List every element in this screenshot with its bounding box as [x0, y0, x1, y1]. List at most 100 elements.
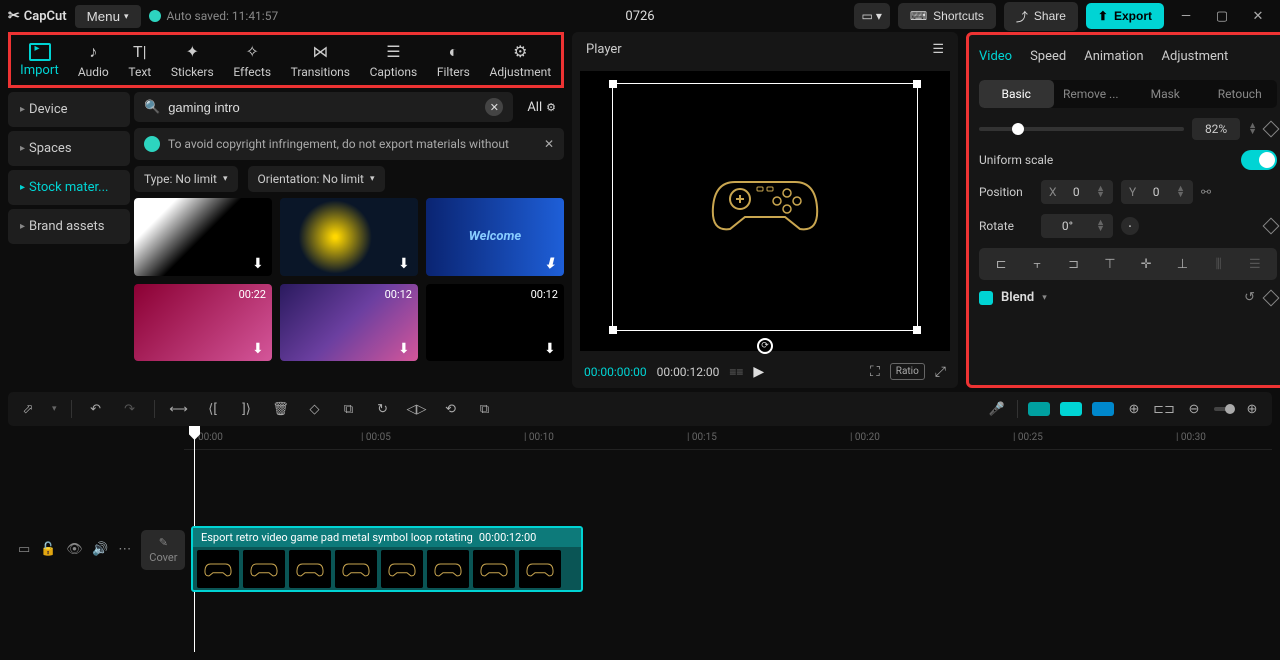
download-icon[interactable]: ⬇: [398, 341, 414, 357]
timeline-marks-icon[interactable]: ≡≡: [729, 365, 743, 379]
tool-tab-transitions[interactable]: ⋈Transitions: [291, 42, 350, 79]
blend-checkbox[interactable]: [979, 291, 993, 305]
mirror-tool[interactable]: ◁▷: [407, 399, 427, 419]
shortcuts-button[interactable]: ⌨ Shortcuts: [898, 3, 996, 29]
search-box[interactable]: 🔍 ✕: [134, 92, 513, 122]
export-button[interactable]: ⬆ Export: [1086, 3, 1164, 29]
keyframe-rotate[interactable]: [1263, 218, 1280, 235]
sidebar-item-device[interactable]: Device: [8, 92, 130, 127]
import-button[interactable]: Import: [11, 35, 68, 85]
play-button[interactable]: ▶: [753, 364, 764, 380]
tool-tab-filters[interactable]: ◐Filters: [437, 42, 470, 79]
position-link-icon[interactable]: ⚯: [1201, 185, 1211, 199]
trim-left-tool[interactable]: ⟨[: [203, 399, 223, 419]
align-left[interactable]: ⊏: [985, 254, 1017, 274]
prop-tab-adjustment[interactable]: Adjustment: [1162, 43, 1229, 70]
type-filter[interactable]: Type: No limit ▾: [134, 166, 238, 192]
player-menu-button[interactable]: ☰: [932, 42, 944, 57]
ratio-button[interactable]: Ratio: [890, 363, 925, 380]
media-thumb-5[interactable]: 00:12⬇: [426, 284, 564, 362]
mic-button[interactable]: 🎤: [987, 399, 1007, 419]
uniform-scale-toggle[interactable]: [1241, 150, 1277, 170]
minimize-button[interactable]: —: [1172, 2, 1200, 30]
select-tool[interactable]: ⬀: [18, 399, 38, 419]
search-clear-button[interactable]: ✕: [485, 98, 503, 116]
track-visible-icon[interactable]: 👁: [66, 542, 82, 558]
resize-handle-tr[interactable]: [913, 80, 921, 88]
track-chip-2[interactable]: [1060, 402, 1082, 416]
fullscreen-button[interactable]: ⤢: [935, 364, 946, 380]
menu-button[interactable]: Menu▾: [75, 5, 141, 28]
layout-button[interactable]: ▭ ▾: [854, 3, 890, 29]
tool-tab-text[interactable]: T|Text: [128, 42, 151, 79]
selection-box[interactable]: ⟳: [612, 83, 918, 331]
align-bottom[interactable]: ⊥: [1166, 254, 1198, 274]
zoom-in-button[interactable]: ⊕: [1242, 399, 1262, 419]
distribute-h[interactable]: ⫼: [1203, 254, 1235, 274]
scale-stepper[interactable]: ▲▼: [1248, 123, 1257, 135]
align-center-h[interactable]: ⫟: [1021, 254, 1053, 274]
align-right[interactable]: ⊐: [1058, 254, 1090, 274]
tool-tab-adjustment[interactable]: ⚙Adjustment: [490, 42, 552, 79]
trim-right-tool[interactable]: ]⟩: [237, 399, 257, 419]
orientation-filter[interactable]: Orientation: No limit ▾: [248, 166, 385, 192]
rotate-handle[interactable]: ⟳: [757, 338, 773, 354]
scale-value[interactable]: 82%: [1192, 118, 1240, 140]
media-thumb-3[interactable]: 00:22⬇: [134, 284, 272, 362]
focus-icon[interactable]: ⛶: [870, 364, 880, 380]
loop-tool[interactable]: ⟲: [441, 399, 461, 419]
prop-tab-video[interactable]: Video: [979, 43, 1012, 70]
marker-tool[interactable]: ◇: [305, 399, 325, 419]
download-icon[interactable]: ⬇: [398, 256, 414, 272]
tool-tab-audio[interactable]: ♪Audio: [78, 42, 109, 79]
rotate-input[interactable]: 0°▲▼: [1041, 214, 1113, 238]
prop-tab-animation[interactable]: Animation: [1084, 43, 1143, 70]
sidebar-item-spaces[interactable]: Spaces: [8, 131, 130, 166]
sub-tab-retouch[interactable]: Retouch: [1203, 80, 1278, 108]
download-icon[interactable]: ⬇: [252, 256, 268, 272]
sidebar-item-stock-mater-[interactable]: Stock mater...: [8, 170, 130, 205]
resize-handle-tl[interactable]: [609, 80, 617, 88]
scale-slider[interactable]: [979, 127, 1184, 131]
timeline-clip[interactable]: Esport retro video game pad metal symbol…: [191, 526, 583, 592]
keyframe-scale[interactable]: [1263, 121, 1280, 138]
track-more-icon[interactable]: ⋯: [118, 542, 131, 558]
download-icon[interactable]: ⬇: [544, 256, 560, 272]
sub-tab-remove[interactable]: Remove ...: [1054, 80, 1129, 108]
align-center-v[interactable]: ✛: [1130, 254, 1162, 274]
zoom-slider[interactable]: [1214, 407, 1232, 411]
align-top[interactable]: ⊤: [1094, 254, 1126, 274]
track-lock-icon[interactable]: 🔓: [40, 542, 56, 558]
cover-button[interactable]: ✎Cover: [141, 530, 185, 570]
copy-tool[interactable]: ⧉: [339, 399, 359, 419]
blend-reset-icon[interactable]: ↺: [1244, 290, 1255, 305]
sub-tab-mask[interactable]: Mask: [1128, 80, 1203, 108]
keyframe-blend[interactable]: [1263, 289, 1280, 306]
track-mute-icon[interactable]: 🔊: [92, 542, 108, 558]
media-thumb-0[interactable]: ⬇: [134, 198, 272, 276]
tool-tab-stickers[interactable]: ✦Stickers: [171, 42, 214, 79]
track-chip-3[interactable]: [1092, 402, 1114, 416]
delete-tool[interactable]: 🗑: [271, 399, 291, 419]
zoom-out-button[interactable]: ⊖: [1184, 399, 1204, 419]
prop-tab-speed[interactable]: Speed: [1030, 43, 1066, 70]
tool-tab-effects[interactable]: ✧Effects: [233, 42, 271, 79]
download-icon[interactable]: ⬇: [252, 341, 268, 357]
download-icon[interactable]: ⬇: [544, 341, 560, 357]
warning-close-button[interactable]: ✕: [544, 137, 554, 151]
media-thumb-2[interactable]: Welcome⬇: [426, 198, 564, 276]
resize-handle-bl[interactable]: [609, 326, 617, 334]
search-input[interactable]: [168, 100, 477, 115]
link-tool[interactable]: ⊏⊐: [1154, 399, 1174, 419]
refresh-tool[interactable]: ↻: [373, 399, 393, 419]
magnet-tool[interactable]: ⊕: [1124, 399, 1144, 419]
split-tool[interactable]: ⟷: [169, 399, 189, 419]
undo-button[interactable]: ↶: [86, 399, 106, 419]
sub-tab-basic[interactable]: Basic: [979, 80, 1054, 108]
crop-tool[interactable]: ⧉: [475, 399, 495, 419]
media-thumb-4[interactable]: 00:12⬇: [280, 284, 418, 362]
media-thumb-1[interactable]: ⬇: [280, 198, 418, 276]
track-chip-1[interactable]: [1028, 402, 1050, 416]
resize-handle-br[interactable]: [913, 326, 921, 334]
close-button[interactable]: ✕: [1244, 2, 1272, 30]
